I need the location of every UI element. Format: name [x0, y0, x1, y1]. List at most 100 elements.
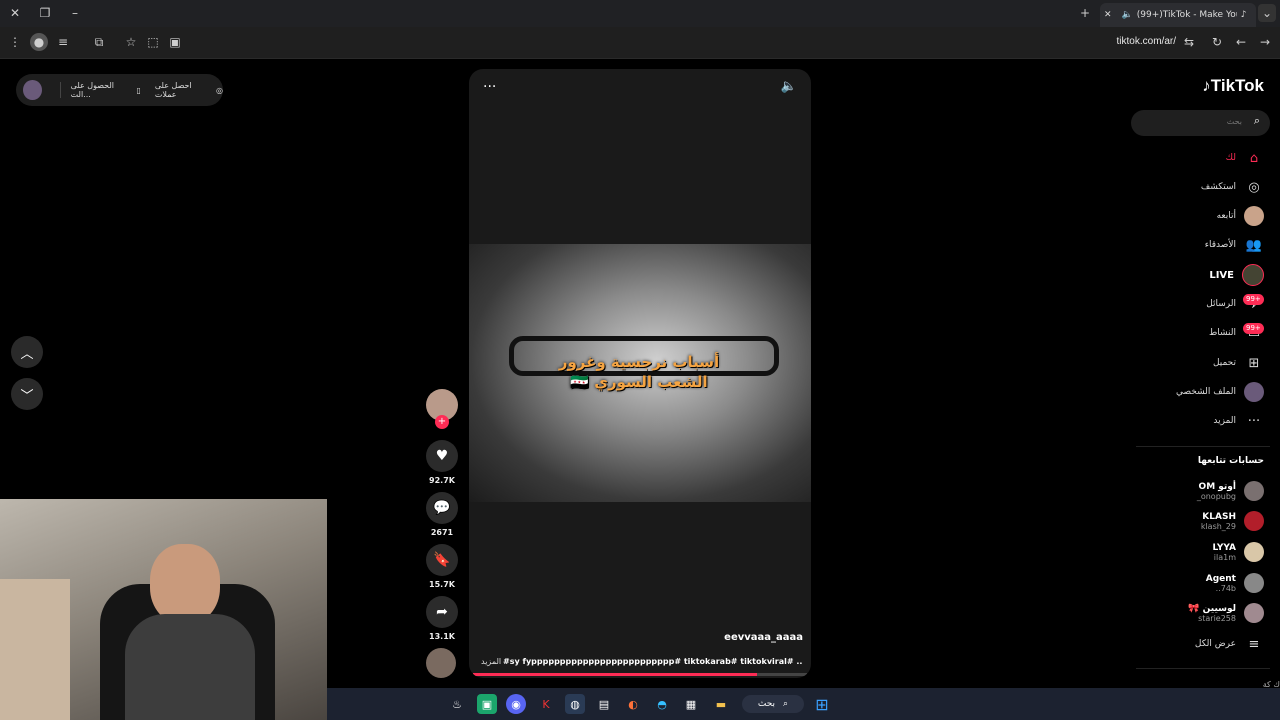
user-avatar[interactable]	[23, 80, 42, 100]
music-disc-icon[interactable]	[426, 648, 456, 678]
tab-close-icon[interactable]: ✕	[1104, 10, 1112, 20]
playlist-icon[interactable]: ≡	[54, 33, 72, 51]
account-item[interactable]: Agent 74b..	[1206, 573, 1264, 593]
account-item[interactable]: لوسيين 🎀 starie258	[1188, 603, 1264, 623]
account-item[interactable]: أوتو OM onopubg_	[1197, 481, 1264, 501]
progress-fill	[473, 673, 757, 676]
comment-icon[interactable]: 💬	[426, 492, 458, 524]
follow-plus-icon[interactable]: +	[435, 415, 449, 429]
windows-start-icon[interactable]: ⊞	[812, 694, 832, 714]
live-icon	[1242, 264, 1264, 286]
sidebar: ♪TikTok ⌕ بحث ⌂ لك ◎ استكشف أتابعه 👥 الأ…	[1130, 60, 1280, 720]
home-icon: ⌂	[1249, 150, 1259, 166]
discord-icon[interactable]: ◉	[506, 694, 526, 714]
like-action[interactable]: ♥ 92.7K	[426, 440, 458, 485]
cast-icon[interactable]: ▣	[166, 33, 184, 51]
previous-video-button[interactable]: ︿	[11, 336, 43, 368]
menu-dots-icon[interactable]: ⋮	[6, 33, 24, 51]
video-author[interactable]: eevvaaa_aaaa	[724, 632, 803, 643]
bookmark-icon[interactable]: 🔖	[426, 544, 458, 576]
reload-icon[interactable]: ↻	[1208, 33, 1226, 51]
avatar-icon	[1244, 206, 1264, 226]
nav-following[interactable]: أتابعه	[1217, 205, 1264, 227]
app-green-icon[interactable]: ▣	[477, 694, 497, 714]
share-count: 13.1K	[429, 632, 455, 641]
edge-icon[interactable]: ◓	[652, 694, 672, 714]
taskbar-search[interactable]: بحث ⌕	[742, 695, 804, 713]
nav-more[interactable]: ··· المزيد	[1213, 410, 1264, 432]
progress-track[interactable]	[473, 673, 807, 676]
account-username: onopubg_	[1196, 491, 1236, 501]
nav-label: استكشف	[1200, 182, 1236, 192]
restore-window-icon[interactable]: ❐	[36, 4, 54, 22]
video-caption: #sy fyppppppppppppppppppppppppp# tiktoka…	[503, 657, 803, 666]
nav-for-you[interactable]: ⌂ لك	[1226, 147, 1264, 169]
friends-icon: 👥	[1245, 237, 1263, 253]
nav-profile[interactable]: الملف الشخصي	[1176, 381, 1264, 403]
account-item[interactable]: KLASH klash_29	[1201, 511, 1264, 531]
tab-title: (99+)TikTok - Make Your Da	[1136, 10, 1237, 20]
video-player[interactable]: ··· 🔈 أسباب نرجسية وغرور الشعب السوري 🇸🇾…	[469, 69, 811, 678]
comment-action[interactable]: 💬 2671	[426, 492, 458, 537]
nav-explore[interactable]: ◎ استكشف	[1201, 176, 1264, 198]
search-placeholder: بحث	[1226, 117, 1242, 126]
nav-label: الأصدقاء	[1204, 240, 1236, 250]
nav-live[interactable]: LIVE	[1209, 264, 1264, 286]
new-tab-icon[interactable]: +	[1076, 4, 1094, 22]
tiktok-logo[interactable]: ♪TikTok	[1202, 76, 1264, 96]
coin-icon: ◎	[216, 85, 223, 95]
site-settings-icon[interactable]: ⇆	[1180, 33, 1198, 51]
account-avatar	[1244, 542, 1264, 562]
account-name: LYYA	[1212, 542, 1236, 553]
tab-tiktok[interactable]: ✕ 🔈 (99+)TikTok - Make Your Da ♪	[1100, 3, 1256, 27]
address-bar-url[interactable]: tiktok.com/ar/	[1117, 36, 1176, 47]
divider	[59, 82, 61, 98]
extensions-icon[interactable]: ⧉	[90, 33, 108, 51]
bookmark-star-icon[interactable]: ☆	[122, 33, 140, 51]
close-window-icon[interactable]: ✕	[6, 4, 24, 22]
see-all-link[interactable]: ≡ عرض الكل	[1195, 633, 1264, 655]
music-disc[interactable]	[426, 648, 458, 678]
minimize-window-icon[interactable]: –	[66, 4, 84, 22]
folder-icon[interactable]: ▬	[711, 694, 731, 714]
search-icon[interactable]: ⌕	[1254, 114, 1260, 128]
profile-avatar-icon[interactable]: ●	[30, 33, 48, 51]
nav-label: تحميل	[1212, 358, 1236, 368]
firefox-icon[interactable]: ◐	[623, 694, 643, 714]
browser-tab-bar: ✕ ❐ – + ✕ 🔈 (99+)TikTok - Make Your Da ♪…	[0, 0, 1280, 27]
heart-icon[interactable]: ♥	[426, 440, 458, 472]
creator-avatar-action[interactable]: +	[426, 389, 458, 429]
divider	[1136, 668, 1270, 669]
kick-icon[interactable]: K	[536, 694, 556, 714]
share-action[interactable]: ➦ 13.1K	[426, 596, 458, 641]
caption-more-link[interactable]: المزيد	[481, 657, 501, 666]
video-options-icon[interactable]: ···	[483, 79, 496, 95]
share-icon[interactable]: ➦	[426, 596, 458, 628]
tab-search-icon[interactable]: ⌄	[1258, 4, 1276, 22]
back-icon[interactable]: ←	[1232, 33, 1250, 51]
taskbar-search-label: بحث	[757, 699, 776, 709]
nav-friends[interactable]: 👥 الأصدقاء	[1205, 234, 1264, 256]
account-name: لوسيين 🎀	[1188, 603, 1236, 614]
account-avatar	[1244, 573, 1264, 593]
get-app-label[interactable]: الحصول على الت...	[71, 81, 133, 99]
upload-icon: ⊞	[1248, 355, 1260, 371]
volume-icon[interactable]: 🔈	[781, 79, 797, 94]
steam-icon[interactable]: ♨	[447, 694, 467, 714]
messages-badge: 99+	[1243, 294, 1264, 305]
nav-label: الملف الشخصي	[1176, 387, 1236, 397]
video-overlay-text: أسباب نرجسية وغرور الشعب السوري 🇸🇾	[558, 353, 720, 391]
screenshot-icon[interactable]: ⬚	[144, 33, 162, 51]
chrome-icon[interactable]: ◍	[565, 694, 585, 714]
store-icon[interactable]: ▦	[681, 694, 701, 714]
search-box[interactable]: ⌕ بحث	[1131, 110, 1270, 136]
file-icon[interactable]: ▤	[594, 694, 614, 714]
account-item[interactable]: LYYA ila1m	[1213, 542, 1264, 562]
tab-mute-icon[interactable]: 🔈	[1122, 10, 1133, 20]
nav-upload[interactable]: ⊞ تحميل	[1213, 352, 1264, 374]
save-action[interactable]: 🔖 15.7K	[426, 544, 458, 589]
tiktok-note-icon: ♪	[1202, 76, 1211, 95]
next-video-button[interactable]: ﹀	[11, 378, 43, 410]
forward-icon[interactable]: →	[1256, 33, 1274, 51]
get-coins-label[interactable]: احصل على عملات	[155, 81, 212, 99]
